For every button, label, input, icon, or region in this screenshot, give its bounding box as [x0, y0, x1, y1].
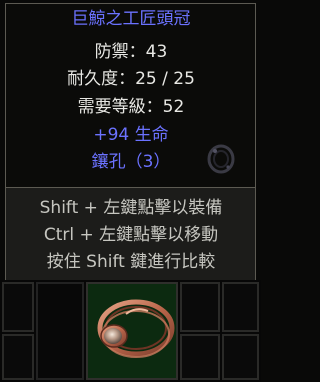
inventory-slot[interactable]	[222, 282, 259, 332]
defense-stat: 防禦：43	[94, 42, 168, 62]
item-tooltip: 巨鯨之工匠頭冠 防禦：43 耐久度：25 / 25 需要等級：52 +94 生命…	[5, 3, 256, 280]
hint-compare: 按住 Shift 鍵進行比較	[46, 252, 216, 272]
hint-equip: Shift + 左鍵點擊以裝備	[39, 198, 223, 218]
inventory-slot[interactable]	[180, 282, 220, 332]
inventory-slot[interactable]	[2, 334, 34, 380]
item-name: 巨鯨之工匠頭冠	[71, 9, 191, 29]
inventory-grid	[0, 280, 261, 382]
hint-move: Ctrl + 左鍵點擊以移動	[43, 225, 219, 245]
gem-ring-icon	[207, 144, 235, 174]
inventory-item-circlet[interactable]	[86, 282, 178, 380]
required-level-stat: 需要等級：52	[77, 97, 185, 117]
inventory-slot[interactable]	[222, 334, 259, 380]
circlet-icon	[97, 299, 175, 358]
inventory-slot[interactable]	[180, 334, 220, 380]
inventory-slot[interactable]	[2, 282, 34, 332]
inventory-slot[interactable]	[36, 282, 84, 380]
durability-stat: 耐久度：25 / 25	[67, 69, 195, 89]
hint-section: Shift + 左鍵點擊以裝備 Ctrl + 左鍵點擊以移動 按住 Shift …	[6, 188, 255, 280]
